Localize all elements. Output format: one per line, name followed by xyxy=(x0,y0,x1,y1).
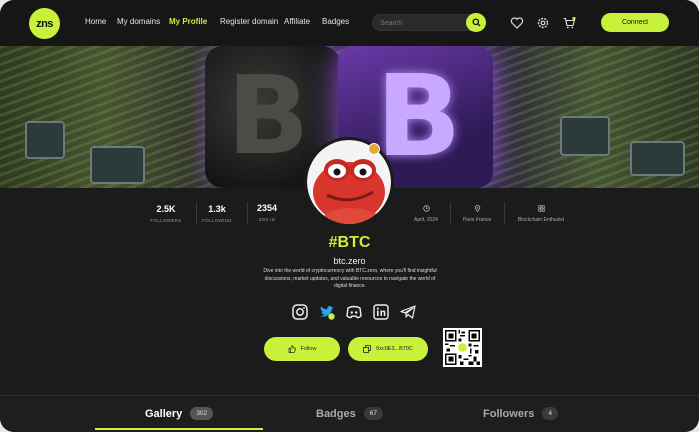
tab-label: Gallery xyxy=(145,407,183,420)
copy-icon xyxy=(363,345,371,353)
grid-icon xyxy=(537,205,545,212)
follow-button[interactable]: Follow xyxy=(264,337,340,361)
tab-followers[interactable]: Followers 4 xyxy=(483,407,558,420)
stat-following[interactable]: 1.3k FOLLOWING xyxy=(198,204,236,223)
info-interest: Blockchain Enthusist xyxy=(506,205,576,223)
discord-icon[interactable] xyxy=(345,303,363,321)
verified-badge-icon xyxy=(368,143,380,155)
nav-link-affiliate[interactable]: Affiliate xyxy=(284,17,310,26)
thumbs-up-icon xyxy=(288,345,296,353)
tab-badges[interactable]: Badges 67 xyxy=(316,407,383,420)
nav-link-my-profile[interactable]: My Profile xyxy=(169,17,207,26)
tab-gallery[interactable]: Gallery 302 xyxy=(145,407,214,420)
top-navbar: zns Home My domains My Profile Register … xyxy=(0,0,699,46)
qr-code[interactable] xyxy=(443,328,482,367)
stat-label: FOLLOWERS xyxy=(150,218,182,223)
twitter-icon[interactable] xyxy=(318,303,336,321)
info-text: April, 2024 xyxy=(414,217,438,223)
banner-machine xyxy=(25,121,65,159)
location-icon xyxy=(474,205,480,212)
stat-value: 2.5K xyxy=(156,204,176,214)
telegram-icon[interactable] xyxy=(399,303,417,321)
tab-label: Badges xyxy=(316,407,356,420)
nav-link-register-domain[interactable]: Register domain xyxy=(220,17,278,26)
info-text: Blockchain Enthusist xyxy=(517,217,565,223)
stat-followers[interactable]: 2.5K FOLLOWERS xyxy=(147,204,185,223)
wallet-address: 0xc0E3...B70C xyxy=(376,346,413,352)
follow-label: Follow xyxy=(300,346,317,352)
divider xyxy=(450,202,451,224)
divider xyxy=(504,202,505,224)
stat-label: ZNS ID xyxy=(258,217,276,222)
tab-count-badge: 4 xyxy=(542,407,558,420)
stat-label: FOLLOWING xyxy=(202,218,232,223)
zns-logo[interactable]: zns xyxy=(29,8,60,39)
app-window: zns Home My domains My Profile Register … xyxy=(0,0,699,432)
profile-bio: Dive into the world of cryptocurrency wi… xyxy=(263,268,437,289)
nav-link-my-domains[interactable]: My domains xyxy=(117,17,160,26)
tab-count-badge: 302 xyxy=(190,407,214,420)
profile-domain: btc.zero xyxy=(333,256,366,266)
stat-value: 1.3k xyxy=(208,204,226,214)
nav-link-badges[interactable]: Badges xyxy=(322,17,349,26)
active-tab-indicator xyxy=(95,428,263,430)
linkedin-icon[interactable] xyxy=(372,303,390,321)
info-joined-date: April, 2024 xyxy=(404,205,448,223)
info-location: Paris France xyxy=(452,205,502,223)
profile-avatar xyxy=(304,137,394,227)
wallet-address-copy-button[interactable]: 0xc0E3...B70C xyxy=(348,337,428,361)
heart-icon[interactable] xyxy=(510,16,524,30)
banner-machine xyxy=(560,116,610,156)
banner-machine xyxy=(90,146,145,184)
search-icon xyxy=(471,18,481,27)
tab-count-badge: 67 xyxy=(363,407,383,420)
search-input[interactable] xyxy=(380,18,460,29)
banner-machine xyxy=(630,141,685,176)
settings-icon[interactable] xyxy=(536,16,550,30)
cart-icon[interactable] xyxy=(562,16,576,30)
stat-value: 2354 xyxy=(256,203,278,213)
divider xyxy=(196,202,197,224)
connect-button[interactable]: Connect xyxy=(601,13,669,32)
info-text: Paris France xyxy=(462,217,492,223)
profile-hashtag: #BTC xyxy=(328,234,371,251)
clock-icon xyxy=(422,205,430,212)
instagram-icon[interactable] xyxy=(291,303,309,321)
search-button[interactable] xyxy=(466,13,486,32)
stat-zns-id: 2354 ZNS ID xyxy=(248,203,286,222)
nav-link-home[interactable]: Home xyxy=(85,17,106,26)
tab-label: Followers xyxy=(483,407,535,420)
profile-tabs: Gallery 302 Badges 67 Followers 4 xyxy=(0,395,699,432)
